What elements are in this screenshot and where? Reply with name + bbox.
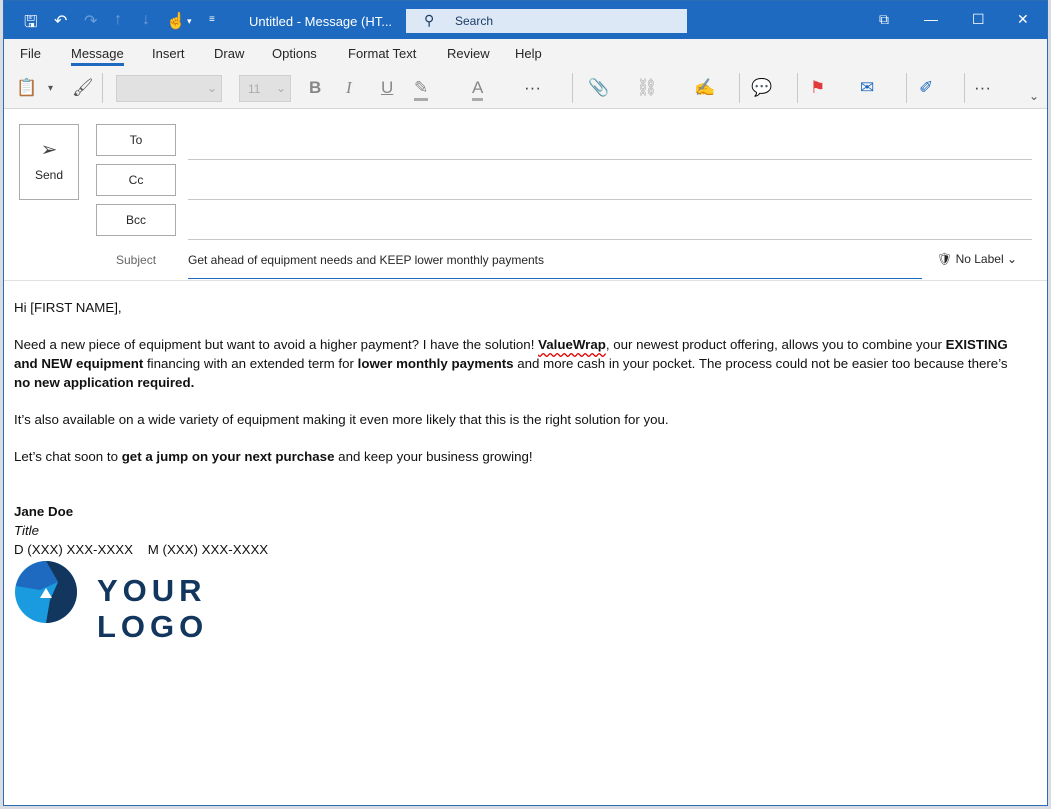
logo-text: YOUR LOGO [97,573,209,644]
flag-icon[interactable]: ⚑ [810,78,825,98]
divider [739,73,740,103]
title-bar: 🖫 ↶ ↷ ↑ ↓ ☝ ▾ ≡ Untitled - Message (HT..… [4,1,1047,39]
editor-icon[interactable]: ✐ [919,78,933,98]
tab-options[interactable]: Options [272,46,317,61]
font-name-combo[interactable]: ⌄ [116,75,222,102]
paragraph-3: Let’s chat soon to get a jump on your ne… [14,449,533,464]
send-button[interactable]: ➢ Send [19,124,79,200]
divider [964,73,965,103]
italic-button[interactable]: I [346,78,352,98]
search-input[interactable]: ⚲ Search [406,9,687,33]
tab-insert[interactable]: Insert [152,46,185,61]
save-icon[interactable]: 🖫 [24,11,38,38]
message-body[interactable]: Hi [FIRST NAME], Need a new piece of equ… [14,298,1014,559]
bcc-button[interactable]: Bcc [96,204,176,236]
search-placeholder: Search [455,14,494,28]
tab-format-text[interactable]: Format Text [348,46,416,61]
signature-icon[interactable]: ✍ [694,78,715,98]
subject-underline [188,278,922,279]
paragraph-1: Need a new piece of equipment but want t… [14,337,1008,390]
subject-input[interactable]: Get ahead of equipment needs and KEEP lo… [188,253,544,267]
up-arrow-icon[interactable]: ↑ [114,11,122,29]
highlight-icon[interactable]: ✎ [414,78,429,101]
paste-icon[interactable]: 📋 [16,78,37,98]
signature-name: Jane Doe [14,504,74,519]
shield-icon: 🛡 [937,252,953,266]
expand-ribbon-icon[interactable]: ⌄ [1029,89,1039,103]
ribbon-toolbar: 📋 ▾ 🖌 ⌄ 11 ⌄ B I U ✎ A ··· 📎 ⛓ ✍ 💬 ⚑ ✉ ✐ … [4,67,1047,109]
send-label: Send [34,168,64,182]
chevron-down-icon: ⌄ [1006,252,1018,266]
link-icon[interactable]: ⛓ [636,78,658,98]
comment-icon[interactable]: 💬 [751,78,772,98]
minimize-icon[interactable]: — [924,11,938,27]
outlook-compose-window: 🖫 ↶ ↷ ↑ ↓ ☝ ▾ ≡ Untitled - Message (HT..… [3,0,1048,806]
format-painter-icon[interactable]: 🖌 [72,78,94,98]
underline-button[interactable]: U [381,78,393,98]
chevron-down-icon[interactable]: ▾ [187,16,192,27]
down-arrow-icon[interactable]: ↓ [142,11,150,29]
to-button[interactable]: To [96,124,176,156]
attach-file-icon[interactable]: 📎 [588,78,609,98]
tab-review[interactable]: Review [447,46,490,61]
to-field[interactable] [188,159,1032,160]
ribbon-tabs: File Message Insert Draw Options Format … [4,39,1047,67]
touch-mode-icon[interactable]: ☝ [166,11,186,31]
divider [572,73,573,103]
more-options-icon[interactable]: ··· [524,78,541,98]
chevron-down-icon[interactable]: ▾ [48,83,53,94]
signature-title: Title [14,523,40,538]
cc-field[interactable] [188,199,1032,200]
move-to-folder-icon[interactable]: ✉ [860,78,874,98]
greeting: Hi [FIRST NAME], [14,300,122,315]
company-logo: YOUR LOGO [14,560,203,644]
customize-toolbar-icon[interactable]: ≡ [209,14,215,25]
tab-help[interactable]: Help [515,46,542,61]
bcc-field[interactable] [188,239,1032,240]
signature-phone: D (XXX) XXX-XXXX M (XXX) XXX-XXXX [14,542,269,557]
redo-icon[interactable]: ↷ [84,11,97,31]
ribbon-display-icon[interactable]: ⧉ [879,11,889,28]
undo-icon[interactable]: ↶ [54,11,67,31]
font-color-button[interactable]: A [472,78,484,101]
divider [906,73,907,103]
sensitivity-label: No Label [955,252,1004,266]
search-icon: ⚲ [424,12,435,28]
paragraph-2: It’s also available on a wide variety of… [14,412,669,427]
divider [102,73,103,103]
divider [797,73,798,103]
maximize-icon[interactable]: ☐ [972,11,985,28]
send-icon: ➢ [40,139,58,161]
bold-button[interactable]: B [309,78,321,98]
tab-draw[interactable]: Draw [214,46,244,61]
logo-mark-icon [15,561,77,623]
tab-message[interactable]: Message [71,46,124,66]
subject-label: Subject [116,253,157,267]
more-commands-icon[interactable]: ··· [974,78,991,98]
close-icon[interactable]: ✕ [1017,11,1029,28]
cc-button[interactable]: Cc [96,164,176,196]
window-title: Untitled - Message (HT... [249,14,393,29]
divider [4,280,1047,281]
font-size-combo[interactable]: 11 ⌄ [239,75,291,102]
tab-file[interactable]: File [20,46,41,61]
sensitivity-label-dropdown[interactable]: 🛡 No Label ⌄ [937,252,1017,266]
